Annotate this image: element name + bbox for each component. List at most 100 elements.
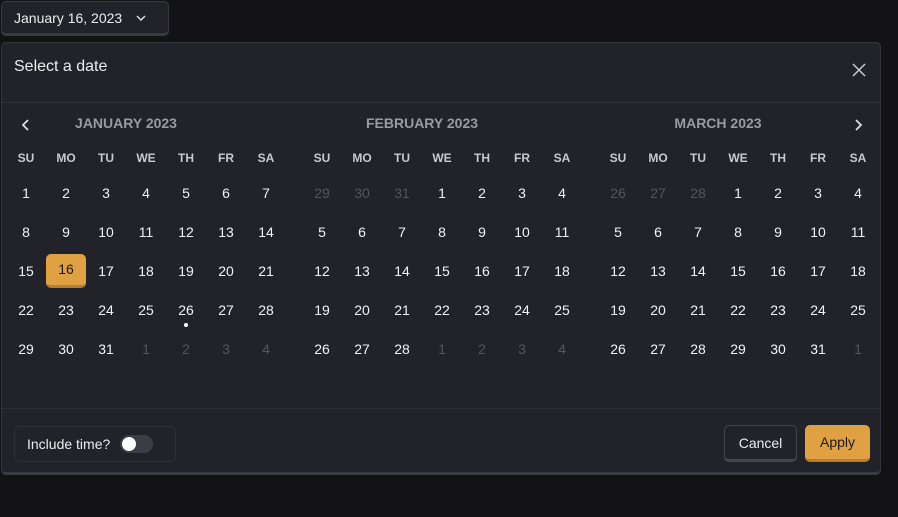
day-cell[interactable]: 3 [86, 176, 126, 210]
day-cell[interactable]: 14 [246, 215, 286, 249]
day-cell[interactable]: 15 [718, 254, 758, 288]
day-cell[interactable]: 22 [422, 293, 462, 327]
day-cell[interactable]: 30 [46, 332, 86, 366]
day-cell[interactable]: 13 [342, 254, 382, 288]
day-cell[interactable]: 15 [422, 254, 462, 288]
day-cell[interactable]: 3 [206, 332, 246, 366]
day-cell[interactable]: 26 [302, 332, 342, 366]
day-cell[interactable]: 6 [206, 176, 246, 210]
day-cell[interactable]: 31 [382, 176, 422, 210]
day-cell[interactable]: 8 [6, 215, 46, 249]
day-cell[interactable]: 1 [422, 332, 462, 366]
day-cell[interactable]: 4 [126, 176, 166, 210]
day-cell[interactable]: 14 [382, 254, 422, 288]
day-cell[interactable]: 2 [462, 332, 502, 366]
day-cell[interactable]: 25 [126, 293, 166, 327]
day-cell[interactable]: 15 [6, 254, 46, 288]
day-cell[interactable]: 27 [206, 293, 246, 327]
day-cell[interactable]: 24 [86, 293, 126, 327]
day-cell[interactable]: 2 [166, 332, 206, 366]
day-cell[interactable]: 8 [718, 215, 758, 249]
day-cell[interactable]: 13 [638, 254, 678, 288]
day-cell[interactable]: 4 [838, 176, 878, 210]
day-cell[interactable]: 1 [718, 176, 758, 210]
day-cell[interactable]: 2 [46, 176, 86, 210]
day-cell[interactable]: 19 [166, 254, 206, 288]
day-cell[interactable]: 17 [502, 254, 542, 288]
day-cell[interactable]: 6 [342, 215, 382, 249]
day-cell[interactable]: 28 [678, 176, 718, 210]
day-cell[interactable]: 30 [342, 176, 382, 210]
day-cell[interactable]: 2 [758, 176, 798, 210]
day-cell[interactable]: 14 [678, 254, 718, 288]
day-cell[interactable]: 21 [678, 293, 718, 327]
day-cell[interactable]: 22 [6, 293, 46, 327]
day-cell[interactable]: 8 [422, 215, 462, 249]
date-picker-trigger[interactable]: January 16, 2023 [1, 1, 169, 36]
day-cell[interactable]: 29 [718, 332, 758, 366]
day-cell[interactable]: 16 [462, 254, 502, 288]
day-cell[interactable]: 20 [206, 254, 246, 288]
day-cell[interactable]: 9 [758, 215, 798, 249]
day-cell[interactable]: 10 [502, 215, 542, 249]
include-time-toggle[interactable] [120, 435, 154, 453]
day-cell[interactable]: 12 [166, 215, 206, 249]
cancel-button[interactable]: Cancel [724, 425, 797, 462]
day-cell[interactable]: 12 [302, 254, 342, 288]
day-cell[interactable]: 1 [838, 332, 878, 366]
day-cell[interactable]: 4 [542, 332, 582, 366]
day-cell[interactable]: 16 [758, 254, 798, 288]
day-cell[interactable]: 23 [46, 293, 86, 327]
day-cell[interactable]: 4 [246, 332, 286, 366]
close-icon[interactable] [850, 61, 868, 79]
day-cell[interactable]: 28 [246, 293, 286, 327]
day-cell[interactable]: 26 [598, 332, 638, 366]
day-cell[interactable]: 7 [246, 176, 286, 210]
day-cell[interactable]: 11 [126, 215, 166, 249]
day-cell[interactable]: 7 [382, 215, 422, 249]
day-cell[interactable]: 24 [798, 293, 838, 327]
day-cell-selected[interactable]: 16 [46, 254, 86, 288]
day-cell[interactable]: 9 [46, 215, 86, 249]
day-cell[interactable]: 31 [86, 332, 126, 366]
day-cell[interactable]: 5 [166, 176, 206, 210]
day-cell[interactable]: 28 [382, 332, 422, 366]
day-cell[interactable]: 18 [126, 254, 166, 288]
day-cell[interactable]: 10 [798, 215, 838, 249]
day-cell[interactable]: 3 [502, 176, 542, 210]
day-cell[interactable]: 26 [166, 293, 206, 327]
day-cell[interactable]: 1 [126, 332, 166, 366]
day-cell[interactable]: 25 [542, 293, 582, 327]
day-cell[interactable]: 3 [502, 332, 542, 366]
day-cell[interactable]: 27 [638, 332, 678, 366]
day-cell[interactable]: 11 [542, 215, 582, 249]
day-cell[interactable]: 6 [638, 215, 678, 249]
day-cell[interactable]: 5 [598, 215, 638, 249]
day-cell[interactable]: 31 [798, 332, 838, 366]
day-cell[interactable]: 3 [798, 176, 838, 210]
day-cell[interactable]: 20 [342, 293, 382, 327]
day-cell[interactable]: 7 [678, 215, 718, 249]
day-cell[interactable]: 28 [678, 332, 718, 366]
day-cell[interactable]: 29 [302, 176, 342, 210]
day-cell[interactable]: 20 [638, 293, 678, 327]
day-cell[interactable]: 27 [342, 332, 382, 366]
day-cell[interactable]: 30 [758, 332, 798, 366]
day-cell[interactable]: 19 [598, 293, 638, 327]
day-cell[interactable]: 26 [598, 176, 638, 210]
day-cell[interactable]: 21 [382, 293, 422, 327]
day-cell[interactable]: 13 [206, 215, 246, 249]
day-cell[interactable]: 9 [462, 215, 502, 249]
day-cell[interactable]: 5 [302, 215, 342, 249]
day-cell[interactable]: 23 [758, 293, 798, 327]
day-cell[interactable]: 27 [638, 176, 678, 210]
day-cell[interactable]: 4 [542, 176, 582, 210]
day-cell[interactable]: 29 [6, 332, 46, 366]
day-cell[interactable]: 17 [86, 254, 126, 288]
day-cell[interactable]: 2 [462, 176, 502, 210]
day-cell[interactable]: 17 [798, 254, 838, 288]
day-cell[interactable]: 18 [542, 254, 582, 288]
day-cell[interactable]: 25 [838, 293, 878, 327]
day-cell[interactable]: 23 [462, 293, 502, 327]
day-cell[interactable]: 1 [6, 176, 46, 210]
